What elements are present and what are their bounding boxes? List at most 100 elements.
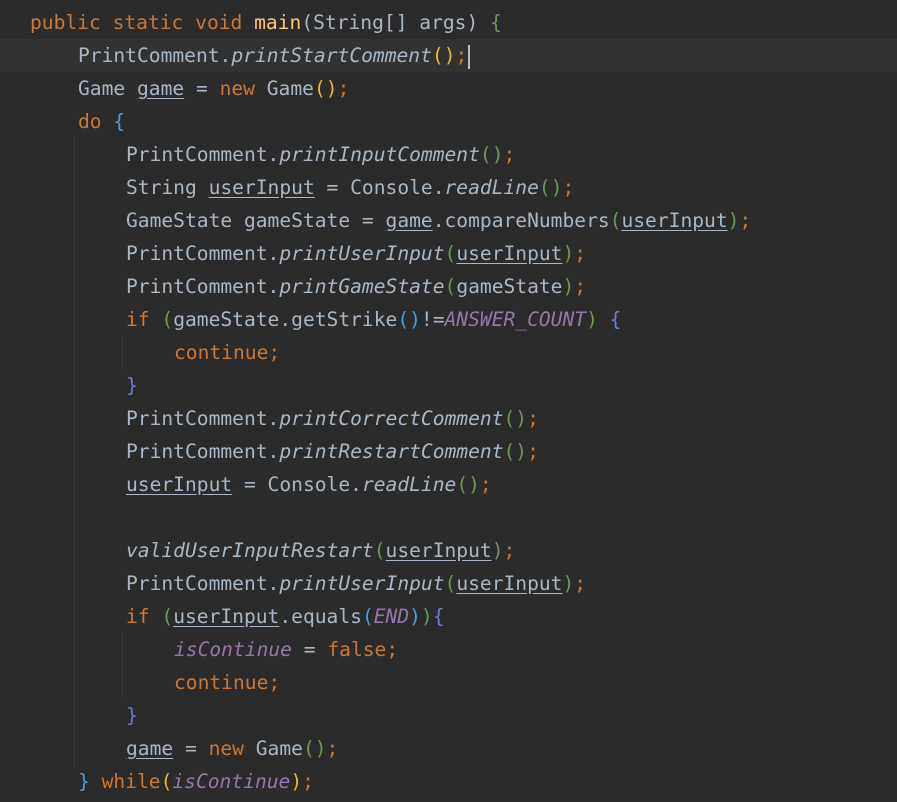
paren: ) <box>468 473 480 496</box>
paren: ( <box>609 209 622 232</box>
keyword: static <box>112 11 184 34</box>
code-line-close-if-1[interactable]: } <box>0 369 897 402</box>
constant: END <box>373 605 410 628</box>
text-caret <box>468 44 471 69</box>
variable: userInput <box>173 605 280 628</box>
code-line-print-start[interactable]: PrintComment.printStartComment(); <box>0 39 897 72</box>
variable: game <box>126 737 174 760</box>
class-ref: PrintComment. <box>126 407 280 430</box>
code-line-if-end[interactable]: if (userInput.equals(END)){ <box>0 600 897 633</box>
code-line-print-user-input[interactable]: PrintComment.printUserInput(userInput); <box>0 237 897 270</box>
code-line-print-game-state[interactable]: PrintComment.printGameState(gameState); <box>0 270 897 303</box>
keyword: new <box>208 737 244 760</box>
static-method: printRestartComment <box>279 440 504 463</box>
semicolon: ; <box>739 209 752 232</box>
code-line-print-input[interactable]: PrintComment.printInputComment(); <box>0 138 897 171</box>
code-line-print-user-input-2[interactable]: PrintComment.printUserInput(userInput); <box>0 567 897 600</box>
paren: ) <box>562 275 575 298</box>
variable: userInput <box>126 473 233 496</box>
paren: ) <box>443 44 456 67</box>
code-line-blank[interactable] <box>0 501 897 534</box>
keyword: if <box>126 605 150 628</box>
code-line-main-signature[interactable]: public static void main(String[] args) { <box>0 6 897 39</box>
code-line-is-continue-false[interactable]: isContinue = false; <box>0 633 897 666</box>
static-method: printStartComment <box>231 44 432 67</box>
code-line-continue-1[interactable]: continue; <box>0 336 897 369</box>
code-line-game-new-2[interactable]: game = new Game(); <box>0 732 897 765</box>
code-line-close-if-2[interactable]: } <box>0 699 897 732</box>
field: isContinue <box>172 770 291 793</box>
class-ref: PrintComment. <box>78 44 232 67</box>
semicolon: ; <box>268 341 281 364</box>
class-ref: Game <box>243 737 303 760</box>
code-line-print-correct[interactable]: PrintComment.printCorrectComment(); <box>0 402 897 435</box>
code-line-do-open[interactable]: do { <box>0 105 897 138</box>
assign: = <box>184 77 220 100</box>
paren: ) <box>290 770 303 793</box>
brace: } <box>126 704 138 727</box>
assign: = <box>291 638 328 661</box>
constant: ANSWER_COUNT <box>444 308 587 331</box>
class-ref: PrintComment. <box>126 275 280 298</box>
paren: ( <box>161 308 174 331</box>
paren: ( <box>456 473 469 496</box>
code-line-while[interactable]: } while(isContinue); <box>0 765 897 798</box>
method-call: validUserInputRestart <box>126 539 374 562</box>
paren: ( <box>361 605 374 628</box>
paren: ( <box>373 539 386 562</box>
code-line-game-new[interactable]: Game game = new Game(); <box>0 72 897 105</box>
method-name: main <box>254 11 302 34</box>
code-line-print-restart[interactable]: PrintComment.printRestartComment(); <box>0 435 897 468</box>
code-line-compare[interactable]: GameState gameState = game.compareNumber… <box>0 204 897 237</box>
paren: ( <box>503 440 516 463</box>
keyword: void <box>195 11 243 34</box>
declaration: GameState gameState = <box>126 209 386 232</box>
paren: ) <box>562 572 575 595</box>
static-method: readLine <box>361 473 457 496</box>
code-editor[interactable]: public static void main(String[] args) {… <box>0 0 897 802</box>
keyword: continue <box>174 341 269 364</box>
params: String[] args <box>313 11 467 34</box>
keyword: false <box>327 638 387 661</box>
method-call: .equals <box>279 605 362 628</box>
variable: userInput <box>208 176 315 199</box>
semicolon: ; <box>527 407 539 430</box>
paren: ( <box>444 572 457 595</box>
operator: != <box>420 308 445 331</box>
assign: = Console. <box>232 473 362 496</box>
paren: ) <box>727 209 740 232</box>
paren: ) <box>550 176 563 199</box>
static-method: printInputComment <box>279 143 480 166</box>
keyword: continue <box>174 671 269 694</box>
type: String <box>126 176 209 199</box>
semicolon: ; <box>574 275 587 298</box>
code-line-read-input[interactable]: String userInput = Console.readLine(); <box>0 171 897 204</box>
paren: ( <box>479 143 492 166</box>
semicolon: ; <box>326 737 339 760</box>
variable: gameState <box>456 275 563 298</box>
paren: ) <box>325 77 338 100</box>
brace: { <box>113 110 126 133</box>
code-line-valid-restart[interactable]: validUserInputRestart(userInput); <box>0 534 897 567</box>
code-line-continue-2[interactable]: continue; <box>0 666 897 699</box>
paren: ) <box>409 605 421 628</box>
code-line-reread-input[interactable]: userInput = Console.readLine(); <box>0 468 897 501</box>
paren: ( <box>397 308 410 331</box>
keyword: while <box>101 770 161 793</box>
semicolon: ; <box>455 44 468 67</box>
paren: ) <box>491 539 504 562</box>
paren: ( <box>431 44 444 67</box>
brace: } <box>126 374 138 397</box>
semicolon: ; <box>302 770 314 793</box>
paren: ) <box>314 737 327 760</box>
class-ref: PrintComment. <box>126 572 280 595</box>
brace: { <box>609 308 622 331</box>
class-ref: PrintComment. <box>126 440 280 463</box>
keyword: do <box>78 110 102 133</box>
code-line-if-strike[interactable]: if (gameState.getStrike()!=ANSWER_COUNT)… <box>0 303 897 336</box>
